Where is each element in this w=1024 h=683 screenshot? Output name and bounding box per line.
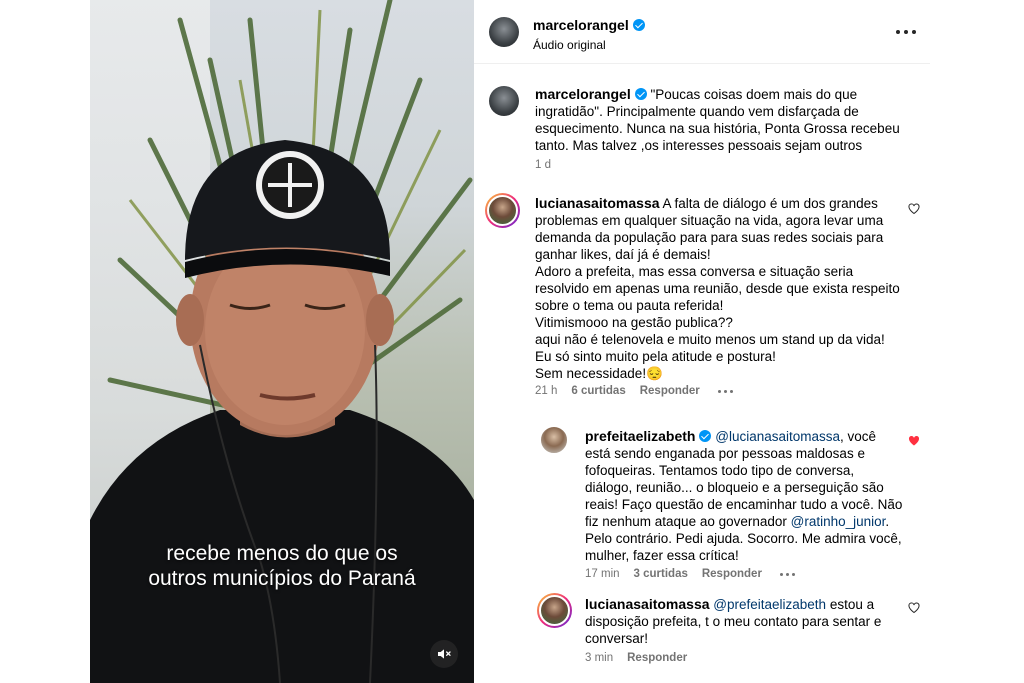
speaker-muted-icon [438,649,451,659]
reply-mention[interactable]: @lucianasaitomassa [715,429,840,444]
post-header: marcelorangel Áudio original [474,0,930,64]
reply-meta: 17 min 3 curtidas Responder [585,568,795,580]
comment-time[interactable]: 21 h [535,385,557,397]
comment-text: A falta de diálogo é um dos grandes prob… [535,196,900,381]
caption-timestamp[interactable]: 1 d [535,159,551,171]
reply-options-button[interactable] [779,572,795,576]
reply-button[interactable]: Responder [627,652,687,664]
mute-button[interactable] [430,640,458,668]
more-horizontal-icon [896,30,900,34]
like-heart-icon[interactable] [908,203,920,215]
comment-text-block: lucianasaitomassa A falta de diálogo é u… [535,195,905,382]
video-caption-line-1: recebe menos do que os [166,542,398,565]
reply-text-block: prefeitaelizabeth @lucianasaitomassa, vo… [585,428,905,564]
liked-heart-icon[interactable] [908,435,920,447]
verified-badge-icon [632,19,645,31]
reply-meta: 3 min Responder [585,652,687,664]
post-author-username[interactable]: marcelorangel [533,17,629,33]
reply-time[interactable]: 3 min [585,652,613,664]
comment-meta: 21 h 6 curtidas Responder [535,385,733,397]
comment-avatar[interactable] [485,193,520,228]
post-details-panel: marcelorangel Áudio original marcelorang… [474,0,930,683]
reply-author-username[interactable]: lucianasaitomassa [585,596,710,612]
verified-badge-icon [634,88,647,100]
caption-author-username[interactable]: marcelorangel [535,86,631,102]
reply-text-block: lucianasaitomassa @prefeitaelizabeth est… [585,596,905,647]
reply-time[interactable]: 17 min [585,568,620,580]
reply-button[interactable]: Responder [640,385,700,397]
reply-author-username[interactable]: prefeitaelizabeth [585,428,695,444]
audio-label[interactable]: Áudio original [533,38,645,52]
caption-author-avatar[interactable] [489,86,519,116]
reply-button[interactable]: Responder [702,568,762,580]
comment-likes[interactable]: 6 curtidas [571,385,625,397]
author-avatar[interactable] [489,17,519,47]
comment-options-button[interactable] [717,389,733,393]
reply-likes[interactable]: 3 curtidas [634,568,688,580]
reply-mention-2[interactable]: @ratinho_junior [791,514,886,529]
video-player[interactable]: recebe menos do que os outros municípios… [90,0,474,683]
reply-avatar[interactable] [539,425,569,455]
comment-author-username[interactable]: lucianasaitomassa [535,195,660,211]
more-options-button[interactable] [896,22,916,42]
reply-mention[interactable]: @prefeitaelizabeth [713,597,826,612]
author-block: marcelorangel Áudio original [533,17,645,52]
verified-badge-icon [699,430,712,442]
like-heart-icon[interactable] [908,602,920,614]
reply-avatar[interactable] [537,593,572,628]
post-caption: marcelorangel "Poucas coisas doem mais d… [535,86,920,154]
video-caption-line-2: outros municípios do Paraná [148,567,416,590]
